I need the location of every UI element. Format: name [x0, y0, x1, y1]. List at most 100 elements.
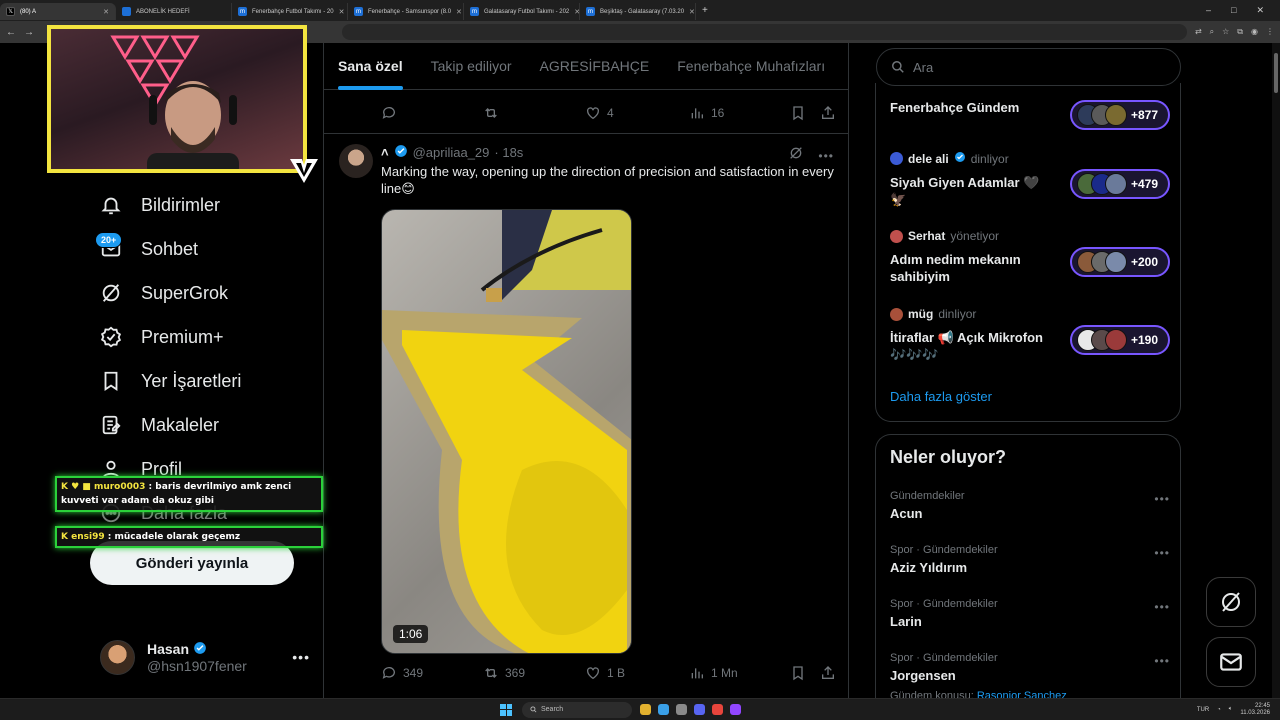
- more-icon[interactable]: •••: [818, 149, 834, 163]
- share-button[interactable]: [820, 105, 836, 121]
- space-listeners-pill[interactable]: +200: [1070, 247, 1170, 277]
- bookmark-button[interactable]: [790, 105, 806, 121]
- new-tab-button[interactable]: +: [696, 5, 714, 16]
- nav-label: Sohbet: [141, 238, 199, 259]
- clock-time: 22:45: [1254, 702, 1270, 709]
- repost-button[interactable]: 369: [483, 665, 585, 681]
- wifi-icon[interactable]: ◔: [1217, 707, 1221, 713]
- tweet-author-name[interactable]: ˄: [381, 145, 389, 160]
- search-input[interactable]: Ara: [876, 48, 1181, 86]
- trend-item[interactable]: Gündemdekiler Acun •••: [890, 490, 1170, 521]
- space-listeners-pill[interactable]: +479: [1070, 169, 1170, 199]
- view-count: 1 Mn: [711, 666, 738, 680]
- trend-item[interactable]: Spor · Gündemdekiler Larin •••: [890, 598, 1170, 629]
- browser-tab[interactable]: m Beşiktaş - Galatasaray (7.03.20 ✕: [580, 3, 696, 20]
- file-explorer-icon[interactable]: [640, 704, 651, 715]
- close-icon[interactable]: ✕: [689, 8, 695, 16]
- messages-fab[interactable]: [1206, 637, 1256, 687]
- volume-icon[interactable]: 🔈︎: [1229, 706, 1233, 713]
- minimize-button[interactable]: –: [1206, 5, 1211, 16]
- scrollbar-thumb[interactable]: [1274, 53, 1278, 93]
- more-icon[interactable]: •••: [1154, 600, 1170, 614]
- more-icon[interactable]: •••: [1154, 546, 1170, 560]
- back-icon[interactable]: ←: [6, 27, 16, 38]
- reply-button[interactable]: 349: [381, 665, 483, 681]
- space-item[interactable]: dele ali dinliyor Siyah Giyen Adamlar 🖤 …: [890, 151, 1170, 208]
- share-button[interactable]: [820, 665, 836, 681]
- tab-for-you[interactable]: Sana özel: [324, 43, 417, 90]
- listener-count: +200: [1131, 255, 1159, 269]
- space-item[interactable]: Serhat yönetiyor Adım nedim mekanın sahi…: [890, 229, 1170, 285]
- repost-button[interactable]: [483, 105, 585, 121]
- os-taskbar: Search TUR ◔ 🔈︎ 22:45 11.03.2026: [0, 698, 1280, 720]
- space-listeners-pill[interactable]: +190: [1070, 325, 1170, 355]
- more-icon[interactable]: •••: [1154, 492, 1170, 506]
- views-button[interactable]: 16: [689, 105, 789, 121]
- nav-premium[interactable]: Premium+: [99, 325, 224, 349]
- page-icon: [122, 7, 131, 16]
- tab-list-fe[interactable]: FE: [839, 43, 848, 90]
- store-icon[interactable]: [676, 704, 687, 715]
- browser-tab[interactable]: m Galatasaray Futbol Takımı - 202 ✕: [464, 3, 580, 20]
- space-host: dele ali: [908, 151, 949, 166]
- forward-icon[interactable]: →: [24, 27, 34, 38]
- browser-tab[interactable]: ABONELİK HEDEFİ: [116, 3, 232, 20]
- trend-item[interactable]: Spor · Gündemdekiler Aziz Yıldırım •••: [890, 544, 1170, 575]
- edge-icon[interactable]: [658, 704, 669, 715]
- reply-button[interactable]: [381, 105, 483, 121]
- close-window-button[interactable]: ✕: [1256, 5, 1264, 16]
- close-icon[interactable]: ✕: [339, 8, 345, 16]
- zoom-icon[interactable]: ⌕: [1210, 27, 1214, 37]
- tweet-video[interactable]: 1:06: [381, 209, 632, 654]
- clock[interactable]: 22:45 11.03.2026: [1240, 703, 1270, 717]
- system-tray: TUR ◔ 🔈︎ 22:45 11.03.2026: [1197, 703, 1280, 717]
- more-icon[interactable]: •••: [292, 649, 310, 665]
- trend-context: Spor · Gündemdekiler: [890, 544, 998, 556]
- trend-item[interactable]: Spor · Gündemdekiler Jorgensen •••: [890, 652, 1170, 683]
- nav-supergrok[interactable]: SuperGrok: [99, 281, 228, 305]
- trend-title: Acun: [890, 506, 923, 521]
- translate-icon[interactable]: ⇄: [1195, 27, 1202, 37]
- bookmark-star-icon[interactable]: ☆: [1222, 27, 1229, 37]
- obs-icon[interactable]: [730, 704, 741, 715]
- chrome-icon[interactable]: [712, 704, 723, 715]
- browser-tab[interactable]: m Fenerbahçe Futbol Takımı - 20 ✕: [232, 3, 348, 20]
- nav-articles[interactable]: Makaleler: [99, 413, 219, 437]
- listener-count: +190: [1131, 333, 1159, 347]
- bookmark-button[interactable]: [790, 665, 806, 681]
- page-scrollbar[interactable]: [1272, 43, 1280, 698]
- browser-tab[interactable]: m Fenerbahçe - Samsunspor (8.0 ✕: [348, 3, 464, 20]
- maximize-button[interactable]: □: [1231, 5, 1236, 16]
- tweet-author-handle[interactable]: @apriliaa_29: [413, 145, 490, 160]
- tweet-author-avatar[interactable]: [339, 144, 373, 178]
- tweet-time[interactable]: · 18s: [494, 145, 523, 160]
- account-switcher[interactable]: Hasan @hsn1907fener •••: [100, 637, 310, 677]
- grok-fab[interactable]: [1206, 577, 1256, 627]
- close-icon[interactable]: ✕: [103, 8, 109, 16]
- bookmark-icon: [793, 106, 803, 121]
- windows-start-icon[interactable]: [500, 703, 512, 716]
- tab-list-agresifbahce[interactable]: AGRESİFBAHÇE: [526, 43, 664, 90]
- profile-icon[interactable]: ◉: [1251, 27, 1258, 37]
- nav-bookmarks[interactable]: Yer İşaretleri: [99, 369, 241, 393]
- url-field[interactable]: [342, 24, 1187, 40]
- nav-notifications[interactable]: Bildirimler: [99, 193, 220, 217]
- more-icon[interactable]: •••: [1154, 654, 1170, 668]
- close-icon[interactable]: ✕: [456, 8, 462, 16]
- language-indicator[interactable]: TUR: [1197, 707, 1209, 713]
- taskbar-search[interactable]: Search: [522, 701, 632, 718]
- tab-following[interactable]: Takip ediliyor: [417, 43, 526, 90]
- browser-tab[interactable]: 𝕏 (80) A ✕: [0, 3, 116, 20]
- views-button[interactable]: 1 Mn: [689, 665, 789, 681]
- space-item[interactable]: Fenerbahçe Gündem +877: [890, 99, 1170, 130]
- like-button[interactable]: 1 B: [585, 665, 689, 681]
- space-item[interactable]: müg dinliyor İtiraflar 📢 Açık Mikrofon 🎶…: [890, 307, 1170, 363]
- trend-context: Spor · Gündemdekiler: [890, 652, 998, 664]
- extensions-icon[interactable]: ⧉: [1237, 27, 1243, 37]
- tab-list-muhafizlar[interactable]: Fenerbahçe Muhafızları: [663, 43, 839, 90]
- show-more-link[interactable]: Daha fazla göster: [890, 389, 992, 404]
- menu-icon[interactable]: ⋮: [1266, 27, 1274, 37]
- space-listeners-pill[interactable]: +877: [1070, 100, 1170, 130]
- like-button[interactable]: 4: [585, 105, 689, 121]
- discord-icon[interactable]: [694, 704, 705, 715]
